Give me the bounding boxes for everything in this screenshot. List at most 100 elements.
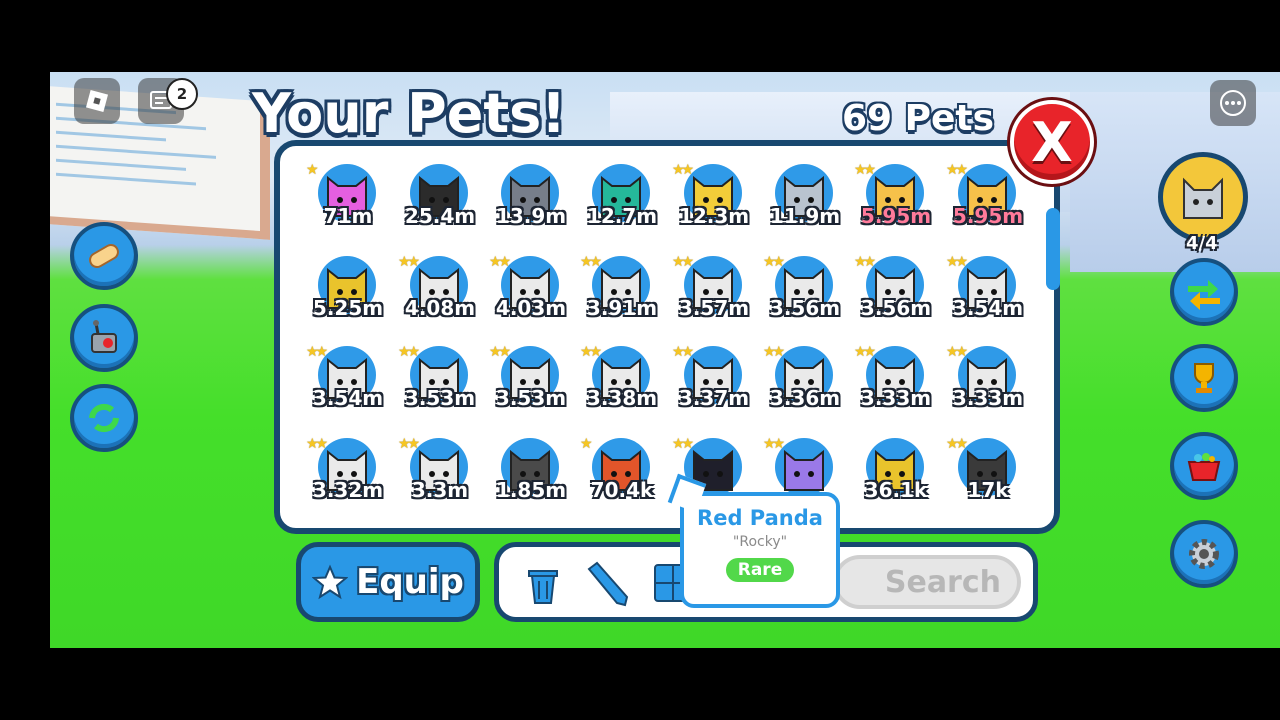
pet-slot[interactable]: ★★ 3.33m (946, 342, 1030, 426)
star-rating-icon: ★★ (763, 254, 785, 270)
pet-value: 3.33m (860, 386, 932, 410)
pet-slot[interactable]: ★★ 3.36m (763, 342, 847, 426)
roblox-logo-icon (85, 89, 109, 113)
pet-slot[interactable]: ★★ 5.95m (854, 160, 938, 244)
pet-slot[interactable]: ★★ 12.3m (672, 160, 756, 244)
pet-slot[interactable]: ★★ 4.08m (398, 252, 482, 336)
star-rating-icon: ★★ (672, 344, 694, 360)
pet-value: 3.91m (586, 296, 658, 320)
pet-value: 3.53m (404, 386, 476, 410)
tooltip-pet-name: Red Panda (697, 506, 823, 530)
potions-button[interactable] (70, 222, 138, 290)
pet-slot[interactable]: ★★ 3.54m (306, 342, 390, 426)
pet-count: 69 Pets (842, 98, 995, 139)
star-rating-icon: ★★ (763, 436, 785, 452)
shop-button[interactable] (1170, 432, 1238, 500)
star-rating-icon: ★★ (398, 344, 420, 360)
search-field[interactable] (833, 555, 1021, 609)
pet-value: 1.85m (495, 478, 567, 502)
pet-value: 3.56m (769, 296, 841, 320)
pet-slot[interactable]: ★★ 3.32m (306, 434, 390, 518)
pet-value: 3.38m (586, 386, 658, 410)
more-options-button[interactable] (1210, 80, 1256, 126)
pet-value: 3.56m (860, 296, 932, 320)
trading-button[interactable] (1170, 258, 1238, 326)
pet-value: 12.3m (678, 204, 750, 228)
swap-arrows-icon (1188, 280, 1220, 310)
joystick-icon (91, 320, 117, 353)
settings-button[interactable] (1170, 520, 1238, 588)
star-rating-icon: ★★ (946, 436, 968, 452)
pet-slot[interactable]: ★★ 3.91m (580, 252, 664, 336)
close-icon: X (1031, 110, 1073, 174)
pet-slot[interactable]: ★★ 3.53m (398, 342, 482, 426)
trophy-icon (1194, 363, 1214, 393)
basket-icon (1187, 453, 1221, 481)
pet-slot[interactable]: ★★ 17k (946, 434, 1030, 518)
pet-value: 3.32m (312, 478, 384, 502)
refresh-arrows-icon (89, 403, 119, 433)
pet-slot[interactable]: 25.4m (398, 160, 482, 244)
pet-slot[interactable]: ★★ 3.56m (763, 252, 847, 336)
pet-slot[interactable]: ★★ 3.37m (672, 342, 756, 426)
pet-value: 3.57m (678, 296, 750, 320)
pet-value: 5.25m (312, 296, 384, 320)
pet-value: 5.95m (952, 204, 1024, 228)
pet-value: 3.3m (411, 478, 469, 502)
star-rating-icon: ★★ (580, 344, 602, 360)
pet-slot[interactable]: ★ 71m (306, 160, 390, 244)
pet-slot[interactable]: 5.25m (306, 252, 390, 336)
pet-value: 36.1k (864, 478, 928, 502)
pet-value: 3.37m (678, 386, 750, 410)
roblox-menu-button[interactable] (74, 78, 120, 124)
pet-slot[interactable]: ★★ 4.03m (489, 252, 573, 336)
search-input[interactable] (837, 559, 1017, 605)
pet-slot[interactable]: ★★ 3.54m (946, 252, 1030, 336)
pet-value: 4.03m (495, 296, 567, 320)
pet-value: 71m (323, 204, 373, 228)
pet-slot[interactable]: ★★ 3.33m (854, 342, 938, 426)
equipped-count: 4/4 (1186, 233, 1218, 254)
inventory-scrollbar[interactable] (1046, 208, 1060, 290)
pet-value: 4.08m (404, 296, 476, 320)
pet-slot[interactable]: ★★ 3.57m (672, 252, 756, 336)
achievements-button[interactable] (1170, 344, 1238, 412)
pill-icon (89, 244, 119, 268)
chat-badge: 2 (166, 78, 198, 110)
delete-button[interactable] (519, 559, 567, 607)
tooltip-nickname: "Rocky" (732, 534, 788, 550)
pet-value: 70.4k (590, 478, 654, 502)
pet-slot[interactable]: 13.9m (489, 160, 573, 244)
pet-grid: ★ 71m 25.4m 13.9m 12.7m ★★ 12.3m 11.9m ★★ 5.95m ★★… (306, 160, 1036, 530)
pet-slot[interactable]: 11.9m (763, 160, 847, 244)
autoclicker-button[interactable] (70, 304, 138, 372)
pet-value: 3.54m (952, 296, 1024, 320)
pet-slot[interactable]: ★★ 3.56m (854, 252, 938, 336)
gear-icon (1189, 539, 1219, 569)
star-rating-icon: ★★ (946, 162, 968, 178)
pet-slot[interactable]: 1.85m (489, 434, 573, 518)
pet-slot[interactable]: 36.1k (854, 434, 938, 518)
pet-slot[interactable]: ★ 70.4k (580, 434, 664, 518)
pet-slot[interactable]: ★★ 3.38m (580, 342, 664, 426)
cat-icon (1183, 177, 1223, 219)
pet-slot[interactable]: 12.7m (580, 160, 664, 244)
rarity-badge: Rare (725, 558, 795, 582)
pet-slot[interactable]: ★★ 3.53m (489, 342, 573, 426)
star-rating-icon: ★ (580, 436, 592, 452)
trade-refresh-button[interactable] (70, 384, 138, 452)
rename-button[interactable] (583, 559, 631, 607)
star-rating-icon: ★★ (306, 436, 328, 452)
purple-dragon-pet-icon (784, 449, 824, 491)
pet-slot[interactable]: ★★ 3.3m (398, 434, 482, 518)
star-rating-icon: ★★ (489, 254, 511, 270)
star-rating-icon: ★★ (946, 344, 968, 360)
equip-button[interactable]: Equip (296, 542, 480, 622)
pets-inventory-button[interactable] (1158, 152, 1248, 242)
more-icon (1220, 90, 1246, 116)
star-rating-icon: ★★ (854, 162, 876, 178)
star-rating-icon: ★★ (854, 344, 876, 360)
pet-slot[interactable]: ★★ 5.95m (946, 160, 1030, 244)
page-title: Your Pets! (252, 82, 566, 145)
pet-value: 5.95m (860, 204, 932, 228)
